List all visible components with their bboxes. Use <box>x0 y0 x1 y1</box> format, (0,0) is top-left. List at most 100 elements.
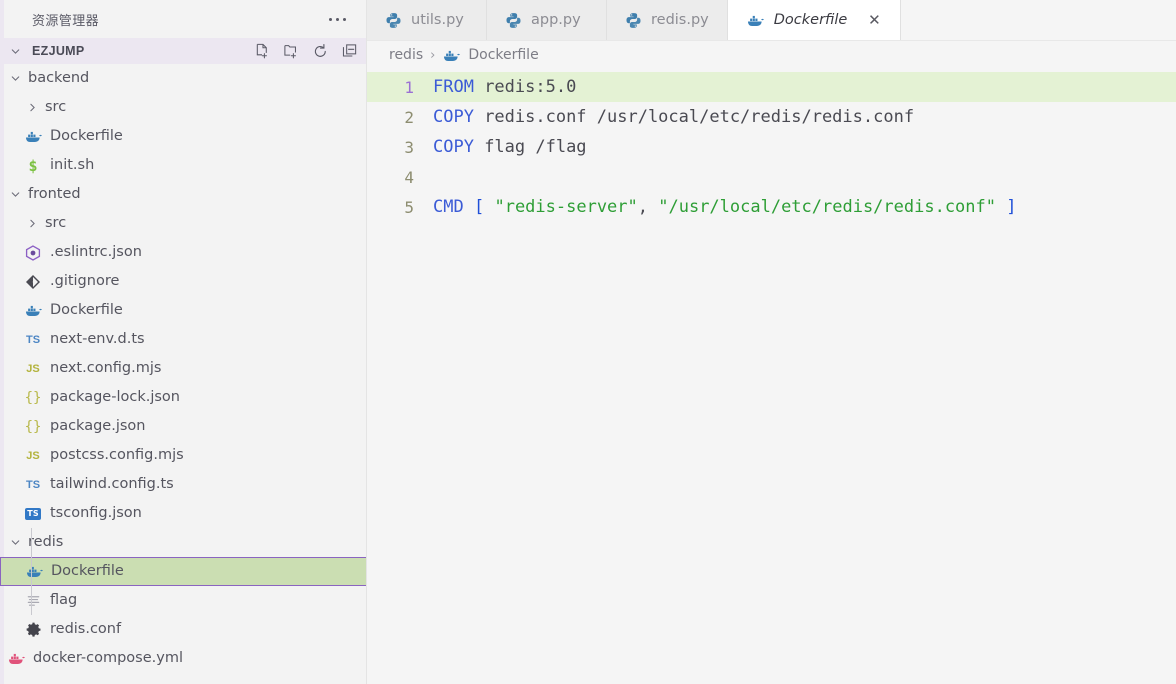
chevron-right-icon[interactable] <box>23 215 41 233</box>
line-number: 5 <box>404 197 414 217</box>
line-number: 4 <box>404 167 414 187</box>
breadcrumb-item[interactable]: redis <box>389 47 423 63</box>
docker-whale-icon <box>746 11 765 30</box>
tree-item[interactable]: .eslintrc.json <box>0 238 366 267</box>
explorer-sidebar: 资源管理器 EZJUMP backend src Dockerfile $ in… <box>0 0 367 684</box>
tree-item-label: src <box>45 214 67 231</box>
line-content[interactable]: COPY flag /flag <box>433 137 1176 157</box>
tree-item[interactable]: TS tailwind.config.ts <box>0 470 366 499</box>
tree-item-selected[interactable]: Dockerfile <box>0 557 366 586</box>
tree-item[interactable]: src <box>0 209 366 238</box>
tree-item[interactable]: redis.conf <box>0 615 366 644</box>
breadcrumb-item[interactable]: Dockerfile <box>442 46 539 65</box>
breadcrumb-label: Dockerfile <box>468 47 539 63</box>
tree-item[interactable]: flag <box>0 586 366 615</box>
tree-item-label: tailwind.config.ts <box>50 475 174 492</box>
chevron-down-icon[interactable] <box>6 534 24 552</box>
tab-label: utils.py <box>411 12 464 28</box>
line-number: 1 <box>404 77 414 97</box>
new-file-icon[interactable] <box>254 43 271 60</box>
code-token: , <box>637 197 659 217</box>
tree-item-label: init.sh <box>50 156 95 173</box>
docker-whale-icon <box>23 301 43 321</box>
code-editor[interactable]: 1 FROM redis:5.0 2 COPY redis.conf /usr/loc… <box>367 69 1176 684</box>
tree-item-label: package-lock.json <box>50 388 180 405</box>
docker-whale-icon <box>442 46 461 65</box>
file-tree[interactable]: backend src Dockerfile $ init.sh fronted src .e… <box>0 64 366 684</box>
explorer-title-bar: 资源管理器 <box>0 0 366 38</box>
tree-item-label: src <box>45 98 67 115</box>
tree-item[interactable]: fronted <box>0 180 366 209</box>
tree-item-label: package.json <box>50 417 146 434</box>
new-folder-icon[interactable] <box>283 43 300 60</box>
code-token: CMD <box>433 197 464 217</box>
tree-item-label: docker-compose.yml <box>33 649 183 666</box>
tree-item-label: tsconfig.json <box>50 504 142 521</box>
line-number: 2 <box>404 107 414 127</box>
tree-item-label: next-env.d.ts <box>50 330 145 347</box>
tree-item[interactable]: redis <box>0 528 366 557</box>
tree-item-label: Dockerfile <box>51 562 124 579</box>
tree-item[interactable]: docker-compose.yml <box>0 644 366 673</box>
code-line[interactable]: 5 CMD [ "redis-server", "/usr/local/etc/r… <box>367 192 1176 222</box>
tree-item-label: redis.conf <box>50 620 122 637</box>
tsconfig-icon: TS <box>25 507 41 520</box>
tree-item[interactable]: backend <box>0 64 366 93</box>
tree-item[interactable]: src <box>0 93 366 122</box>
tree-item[interactable]: Dockerfile <box>0 122 366 151</box>
line-content[interactable]: COPY redis.conf /usr/local/etc/redis/red… <box>433 107 1176 127</box>
tree-item[interactable]: TS next-env.d.ts <box>0 325 366 354</box>
editor-area: utils.py app.py redis.py Dockerfile ✕ redis ›… <box>367 0 1176 684</box>
tab-utils-py[interactable]: utils.py <box>367 0 487 40</box>
code-token: "redis-server" <box>494 197 638 217</box>
tab-bar-filler <box>901 0 1176 40</box>
code-token: redis.conf /usr/local/etc/redis/redis.co… <box>473 107 915 127</box>
tab-label: app.py <box>531 12 581 28</box>
tree-item[interactable]: $ init.sh <box>0 151 366 180</box>
tree-item[interactable]: JS next.config.mjs <box>0 354 366 383</box>
tree-item[interactable]: {} package.json <box>0 412 366 441</box>
chevron-down-icon[interactable] <box>6 70 24 88</box>
tree-item[interactable]: {} package-lock.json <box>0 383 366 412</box>
tree-item[interactable]: Dockerfile <box>0 296 366 325</box>
docker-whale-icon <box>24 562 44 582</box>
code-line[interactable]: 4 <box>367 162 1176 192</box>
git-icon <box>23 272 43 292</box>
python-icon <box>625 12 642 29</box>
tree-item[interactable]: TS tsconfig.json <box>0 499 366 528</box>
tree-item-label: postcss.config.mjs <box>50 446 184 463</box>
tree-item-label: next.config.mjs <box>50 359 162 376</box>
code-line-active[interactable]: 1 FROM redis:5.0 <box>367 72 1176 102</box>
explorer-actions <box>254 43 358 60</box>
tree-item[interactable]: JS postcss.config.mjs <box>0 441 366 470</box>
plaintext-icon <box>23 591 43 611</box>
section-header-ezjump[interactable]: EZJUMP <box>0 38 366 64</box>
json-icon: {} <box>24 389 42 406</box>
code-token: flag /flag <box>473 137 587 157</box>
line-content[interactable]: FROM redis:5.0 <box>433 77 1176 97</box>
close-icon[interactable]: ✕ <box>866 11 882 29</box>
json-icon: {} <box>24 418 42 435</box>
tree-item-label: Dockerfile <box>50 127 123 144</box>
typescript-icon: TS <box>25 333 41 346</box>
line-number: 3 <box>404 137 414 157</box>
indent-guide <box>31 528 32 615</box>
tab-app-py[interactable]: app.py <box>487 0 607 40</box>
code-token: COPY <box>433 107 474 127</box>
vscode-window: 资源管理器 EZJUMP backend src Dockerfile $ in… <box>0 0 1176 684</box>
refresh-icon[interactable] <box>312 43 329 60</box>
chevron-down-icon[interactable] <box>6 42 24 60</box>
code-line[interactable]: 2 COPY redis.conf /usr/local/etc/redis/re… <box>367 102 1176 132</box>
line-content[interactable]: CMD [ "redis-server", "/usr/local/etc/re… <box>433 197 1176 217</box>
collapse-all-icon[interactable] <box>341 43 358 60</box>
chevron-right-icon[interactable] <box>23 99 41 117</box>
breadcrumb[interactable]: redis › Dockerfile <box>367 41 1176 69</box>
tree-item[interactable]: .gitignore <box>0 267 366 296</box>
ellipsis-icon[interactable] <box>321 14 354 25</box>
tab-dockerfile[interactable]: Dockerfile ✕ <box>727 0 902 40</box>
chevron-down-icon[interactable] <box>6 186 24 204</box>
tab-redis-py[interactable]: redis.py <box>607 0 728 40</box>
shell-dollar-icon: $ <box>28 156 38 175</box>
code-line[interactable]: 3 COPY flag /flag <box>367 132 1176 162</box>
